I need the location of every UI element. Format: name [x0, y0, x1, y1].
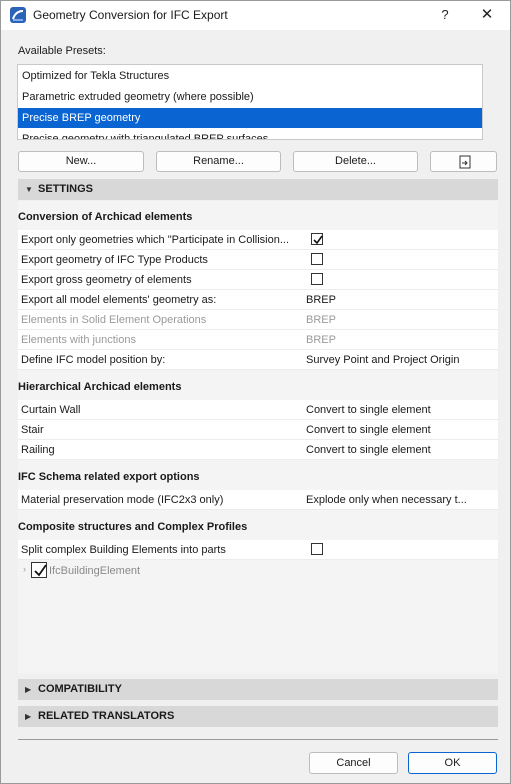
group-title-hierarchical: Hierarchical Archicad elements	[18, 381, 182, 393]
row-label: Elements in Solid Element Operations	[21, 314, 207, 326]
group-title-composite: Composite structures and Complex Profile…	[18, 521, 248, 533]
row-curtain-wall[interactable]: Curtain Wall Convert to single element	[18, 400, 498, 420]
title-bar: Geometry Conversion for IFC Export ? ✕	[1, 1, 510, 30]
chevron-down-icon: ▼	[25, 185, 33, 194]
compatibility-section-label: COMPATIBILITY	[38, 683, 122, 695]
chevron-right-icon[interactable]: ›	[23, 564, 26, 574]
dialog-window: Geometry Conversion for IFC Export ? ✕ A…	[0, 0, 511, 784]
row-label: Export geometry of IFC Type Products	[21, 254, 208, 266]
tree-item-ifcbuildingelement[interactable]: › IfcBuildingElement	[18, 561, 498, 581]
row-label: Split complex Building Elements into par…	[21, 544, 226, 556]
export-preset-button[interactable]	[430, 151, 497, 172]
preset-item-tekla[interactable]: Optimized for Tekla Structures	[18, 66, 482, 86]
preset-item-triangulated-brep[interactable]: Precise geometry with triangulated BREP …	[18, 129, 482, 139]
cancel-button[interactable]: Cancel	[309, 752, 398, 774]
ok-button[interactable]: OK	[408, 752, 497, 774]
railing-value[interactable]: Convert to single element	[306, 444, 494, 456]
group-title-schema: IFC Schema related export options	[18, 471, 200, 483]
row-label: Railing	[21, 444, 55, 456]
row-model-elements-geometry[interactable]: Export all model elements' geometry as: …	[18, 290, 498, 310]
presets-list[interactable]: Optimized for Tekla Structures Parametri…	[17, 64, 483, 140]
settings-section-label: SETTINGS	[38, 183, 94, 195]
row-export-collision-geometries[interactable]: Export only geometries which "Participat…	[18, 230, 498, 250]
ifcbuildingelement-checkbox[interactable]	[31, 562, 47, 578]
solid-operations-value: BREP	[306, 314, 336, 326]
row-label: Export only geometries which "Participat…	[21, 234, 290, 246]
model-position-value[interactable]: Survey Point and Project Origin	[306, 354, 494, 366]
row-label: Stair	[21, 424, 44, 436]
collision-geometries-checkbox[interactable]	[311, 233, 323, 245]
material-preservation-value[interactable]: Explode only when necessary t...	[306, 494, 494, 506]
settings-section-header[interactable]: ▼ SETTINGS	[18, 179, 498, 200]
row-label: Export all model elements' geometry as:	[21, 294, 217, 306]
row-railing[interactable]: Railing Convert to single element	[18, 440, 498, 460]
archicad-app-icon	[10, 7, 26, 23]
row-elements-with-junctions: Elements with junctions BREP	[18, 330, 498, 350]
export-preset-icon	[457, 154, 473, 177]
preset-item-precise-brep[interactable]: Precise BREP geometry	[18, 108, 482, 128]
compatibility-section-header[interactable]: ▶ COMPATIBILITY	[18, 679, 498, 700]
row-export-type-products[interactable]: Export geometry of IFC Type Products	[18, 250, 498, 270]
chevron-right-icon: ▶	[25, 685, 32, 694]
row-ifc-model-position[interactable]: Define IFC model position by: Survey Poi…	[18, 350, 498, 370]
junctions-value: BREP	[306, 334, 336, 346]
tree-item-label: IfcBuildingElement	[49, 565, 141, 577]
row-split-complex-elements[interactable]: Split complex Building Elements into par…	[18, 540, 498, 560]
row-stair[interactable]: Stair Convert to single element	[18, 420, 498, 440]
row-label: Export gross geometry of elements	[21, 274, 192, 286]
row-export-gross-geometry[interactable]: Export gross geometry of elements	[18, 270, 498, 290]
row-label: Curtain Wall	[21, 404, 81, 416]
footer-divider	[18, 739, 498, 740]
chevron-right-icon: ▶	[25, 712, 32, 721]
split-complex-checkbox[interactable]	[311, 543, 323, 555]
type-products-checkbox[interactable]	[311, 253, 323, 265]
row-label: Elements with junctions	[21, 334, 136, 346]
delete-preset-button[interactable]: Delete...	[293, 151, 418, 172]
row-label: Define IFC model position by:	[21, 354, 166, 366]
geometry-type-value[interactable]: BREP	[306, 294, 494, 306]
related-translators-section-header[interactable]: ▶ RELATED TRANSLATORS	[18, 706, 498, 727]
new-preset-button[interactable]: New...	[18, 151, 144, 172]
gross-geometry-checkbox[interactable]	[311, 273, 323, 285]
curtain-wall-value[interactable]: Convert to single element	[306, 404, 494, 416]
close-button[interactable]: ✕	[475, 4, 499, 26]
row-material-preservation[interactable]: Material preservation mode (IFC2x3 only)…	[18, 490, 498, 510]
related-translators-section-label: RELATED TRANSLATORS	[38, 710, 175, 722]
rename-preset-button[interactable]: Rename...	[156, 151, 281, 172]
row-label: Material preservation mode (IFC2x3 only)	[21, 494, 224, 506]
preset-item-parametric-extruded[interactable]: Parametric extruded geometry (where poss…	[18, 87, 482, 107]
row-solid-element-operations: Elements in Solid Element Operations BRE…	[18, 310, 498, 330]
help-button[interactable]: ?	[434, 4, 456, 26]
available-presets-label: Available Presets:	[18, 45, 106, 57]
group-title-conversion: Conversion of Archicad elements	[18, 211, 193, 223]
stair-value[interactable]: Convert to single element	[306, 424, 494, 436]
window-title: Geometry Conversion for IFC Export	[33, 8, 228, 22]
